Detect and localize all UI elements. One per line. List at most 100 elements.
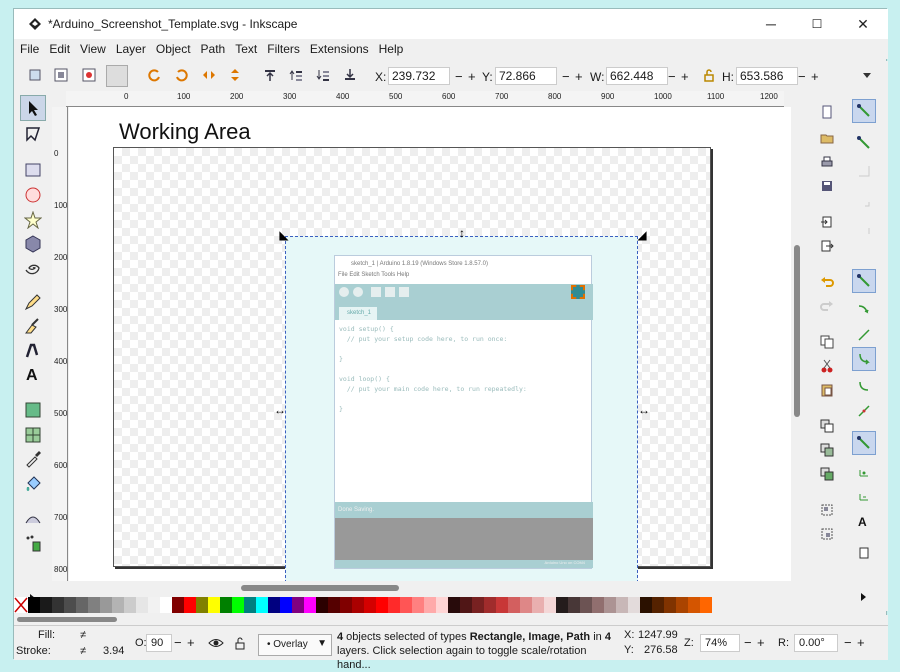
palette-swatch[interactable] (436, 597, 448, 613)
palette-swatch[interactable] (364, 597, 376, 613)
menu-object[interactable]: Object (151, 42, 196, 56)
rotation-input[interactable]: 0.00° (794, 634, 838, 652)
snap-enable-toggle[interactable] (852, 99, 876, 123)
print-icon[interactable] (820, 155, 834, 169)
lower-to-bottom-icon[interactable] (343, 68, 357, 82)
menu-path[interactable]: Path (196, 42, 231, 56)
palette-swatch[interactable] (340, 597, 352, 613)
height-decrement-button[interactable]: − (798, 69, 806, 84)
snap-others-toggle[interactable] (852, 431, 876, 455)
zoom-decrement-button[interactable]: − (744, 635, 752, 650)
group-icon[interactable] (820, 503, 834, 517)
scale-handle-top-right[interactable]: ◢ (636, 229, 648, 241)
palette-swatch[interactable] (220, 597, 232, 613)
scale-handle-top-left[interactable]: ◣ (278, 229, 290, 241)
scale-handle-top[interactable]: ↕ (456, 227, 468, 239)
palette-swatch[interactable] (376, 597, 388, 613)
stroke-width-value[interactable]: 3.94 (103, 645, 124, 657)
x-input[interactable]: 239.732 (388, 67, 450, 85)
flip-horizontal-icon[interactable] (202, 68, 216, 82)
palette-swatch[interactable] (568, 597, 580, 613)
menu-edit[interactable]: Edit (44, 42, 75, 56)
palette-swatch[interactable] (532, 597, 544, 613)
copy-icon[interactable] (820, 335, 834, 349)
palette-swatch[interactable] (556, 597, 568, 613)
x-increment-button[interactable]: + (468, 69, 476, 84)
close-button[interactable]: ✕ (840, 9, 886, 39)
blend-mode-select[interactable]: • Overlay ▼ (258, 634, 332, 656)
star-tool-icon[interactable] (24, 211, 42, 229)
palette-swatch[interactable] (208, 597, 220, 613)
menu-file[interactable]: File (15, 42, 44, 56)
palette-swatch[interactable] (136, 597, 148, 613)
snap-page-border-toggle[interactable] (852, 541, 876, 565)
minimize-button[interactable]: ─ (748, 9, 794, 39)
palette-swatch[interactable] (124, 597, 136, 613)
no-paint-swatch[interactable] (14, 597, 28, 613)
width-decrement-button[interactable]: − (668, 69, 676, 84)
undo-icon[interactable] (820, 275, 834, 289)
spiral-tool-icon[interactable] (24, 259, 42, 277)
palette-swatch[interactable] (232, 597, 244, 613)
palette-swatch[interactable] (544, 597, 556, 613)
opacity-increment-button[interactable]: + (187, 635, 195, 650)
palette-swatch[interactable] (388, 597, 400, 613)
height-input[interactable]: 653.586 (736, 67, 798, 85)
raise-to-top-icon[interactable] (263, 68, 277, 82)
snap-bbox-midpoints-toggle[interactable] (852, 219, 876, 243)
palette-swatch[interactable] (100, 597, 112, 613)
menu-text[interactable]: Text (230, 42, 262, 56)
y-increment-button[interactable]: + (575, 69, 583, 84)
palette-swatch[interactable] (604, 597, 616, 613)
palette-swatch[interactable] (496, 597, 508, 613)
toolbar-overflow-icon[interactable] (860, 68, 874, 82)
rotate-cw-icon[interactable] (175, 68, 189, 82)
maximize-button[interactable]: ☐ (794, 9, 840, 39)
palette-swatch[interactable] (592, 597, 604, 613)
mesh-tool-icon[interactable] (24, 426, 42, 444)
palette-swatch[interactable] (652, 597, 664, 613)
snap-rotation-center-toggle[interactable] (852, 483, 876, 507)
import-icon[interactable] (820, 215, 834, 229)
calligraphy-tool-icon[interactable] (24, 341, 42, 359)
palette-swatch[interactable] (412, 597, 424, 613)
scale-handle-right[interactable]: ↔ (638, 404, 650, 416)
clone-icon[interactable] (820, 443, 834, 457)
paint-bucket-tool-icon[interactable] (24, 475, 42, 493)
lock-layer-icon[interactable] (233, 636, 247, 650)
export-icon[interactable] (820, 239, 834, 253)
ungroup-icon[interactable] (820, 527, 834, 541)
select-all-icon[interactable] (28, 68, 42, 82)
palette-swatch[interactable] (352, 597, 364, 613)
palette-swatch[interactable] (196, 597, 208, 613)
touch-select-toggle[interactable] (106, 65, 128, 87)
pen-tool-icon[interactable] (24, 317, 42, 335)
snap-smooth-nodes-toggle[interactable] (852, 375, 876, 399)
menu-view[interactable]: View (75, 42, 111, 56)
snap-to-paths-toggle[interactable] (852, 297, 876, 321)
palette-swatch[interactable] (244, 597, 256, 613)
palette-swatch[interactable] (304, 597, 316, 613)
rotation-increment-button[interactable]: + (857, 635, 865, 650)
menu-layer[interactable]: Layer (111, 42, 151, 56)
palette-swatch[interactable] (640, 597, 652, 613)
palette-swatch[interactable] (292, 597, 304, 613)
palette-swatch[interactable] (268, 597, 280, 613)
raise-icon[interactable] (289, 68, 303, 82)
select-all-layers-icon[interactable] (54, 68, 68, 82)
snap-nodes-toggle[interactable] (852, 269, 876, 293)
palette-swatch[interactable] (400, 597, 412, 613)
zoom-input[interactable]: 74% (700, 634, 740, 652)
palette-scroll-thumb[interactable] (17, 617, 117, 622)
snap-path-intersections-toggle[interactable] (852, 323, 876, 347)
deselect-icon[interactable] (82, 68, 96, 82)
palette-swatch[interactable] (676, 597, 688, 613)
opacity-input[interactable]: 90 (146, 634, 172, 652)
pencil-tool-icon[interactable] (24, 293, 42, 311)
opacity-decrement-button[interactable]: − (174, 635, 182, 650)
dropper-tool-icon[interactable] (24, 450, 42, 468)
palette-scrollbar[interactable] (14, 615, 888, 625)
lower-icon[interactable] (316, 68, 330, 82)
palette-swatch[interactable] (616, 597, 628, 613)
3d-box-tool-icon[interactable] (24, 235, 42, 253)
